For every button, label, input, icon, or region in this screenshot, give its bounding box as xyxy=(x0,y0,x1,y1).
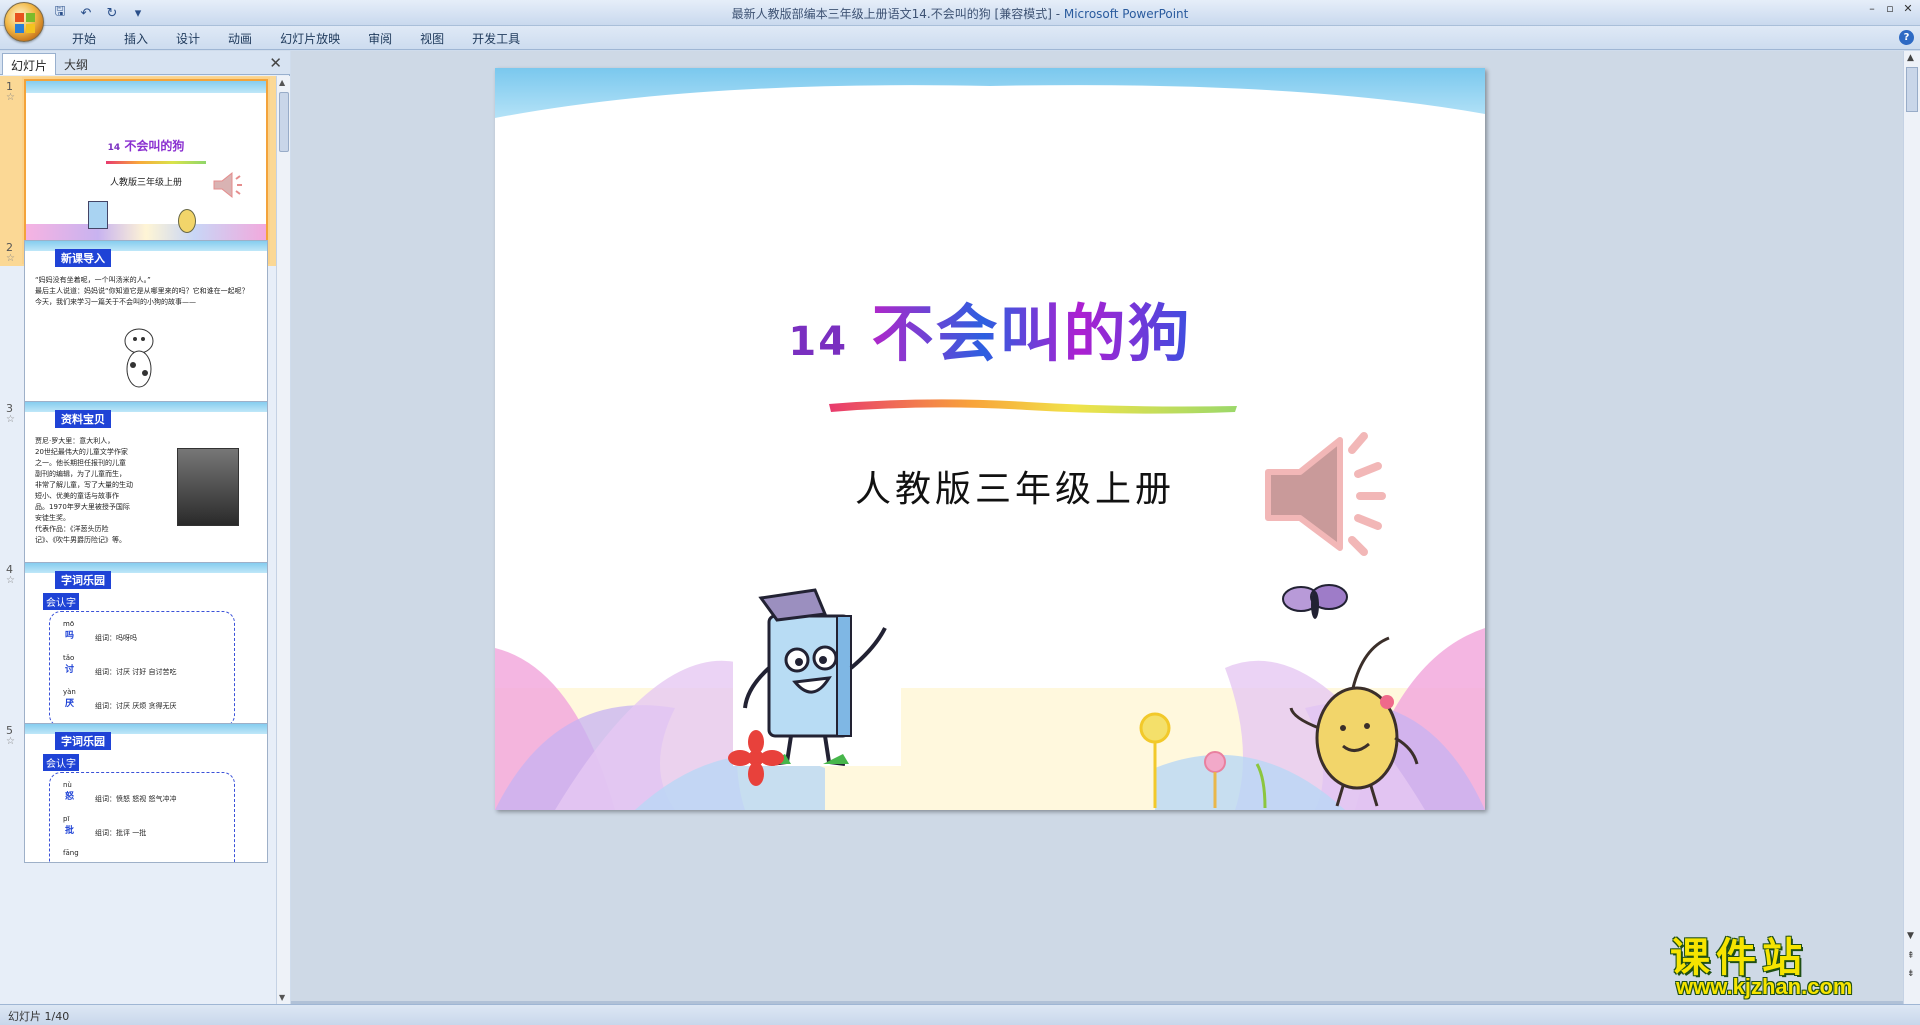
tab-insert[interactable]: 插入 xyxy=(110,29,162,48)
close-icon[interactable]: ✕ xyxy=(269,54,282,72)
document-title: 最新人教版部编本三年级上册语文14.不会叫的狗 [兼容模式] xyxy=(731,7,1052,21)
slide-counter: 幻灯片 1/40 xyxy=(8,1010,70,1023)
dalmatian-icon xyxy=(124,328,154,388)
window-title: 最新人教版部编本三年级上册语文14.不会叫的狗 [兼容模式] - Microso… xyxy=(0,5,1920,22)
scroll-up-icon[interactable]: ▲ xyxy=(1907,53,1914,63)
thumb-character: 批 xyxy=(65,826,75,836)
tab-review[interactable]: 审阅 xyxy=(354,29,406,48)
tab-animations[interactable]: 动画 xyxy=(214,29,266,48)
thumb-pinyin: fāng xyxy=(63,849,79,857)
thumb-section-label: 会认字 xyxy=(43,754,79,771)
thumb-pinyin: nù xyxy=(63,781,72,789)
speaker-icon[interactable] xyxy=(1260,428,1400,558)
thumb-body-text: 贾尼·罗大里：意大利人， 20世纪最伟大的儿童文学作家 之一。他长期担任报刊的儿… xyxy=(35,437,133,544)
title-bar: 🖫 ↶ ↻ ▾ 最新人教版部编本三年级上册语文14.不会叫的狗 [兼容模式] -… xyxy=(0,0,1920,26)
app-name: Microsoft PowerPoint xyxy=(1063,7,1189,21)
minimize-button[interactable]: – xyxy=(1864,2,1880,16)
ribbon-tabs: 开始 插入 设计 动画 幻灯片放映 审阅 视图 开发工具 xyxy=(58,29,534,48)
slide-thumbnail[interactable]: 字词乐园 会认字 nù 怒 组词：愤怒 怒视 怒气冲冲 pī 批 组词：批评 一… xyxy=(24,723,268,863)
thumb-pinyin: mō xyxy=(63,620,75,628)
thumb-section-label: 会认字 xyxy=(43,593,79,610)
scroll-down-icon[interactable]: ▼ xyxy=(279,993,285,1002)
tab-home[interactable]: 开始 xyxy=(58,29,110,48)
animation-star-icon: ☆ xyxy=(6,414,15,425)
watermark-url: www.kjzhan.com xyxy=(1676,974,1853,999)
garden-flowers-icon xyxy=(1139,712,1267,809)
slide-thumbnail[interactable]: 资料宝贝 贾尼·罗大里：意大利人， 20世纪最伟大的儿童文学作家 之一。他长期担… xyxy=(24,401,268,584)
slide-editor: 14 不会叫的狗 人教版三年级上册 xyxy=(291,51,1903,1004)
thumb-badge: 字词乐园 xyxy=(55,732,111,750)
animation-star-icon: ☆ xyxy=(6,736,15,747)
thumb-sky xyxy=(26,81,266,93)
author-photo xyxy=(177,448,239,526)
thumb-title-number: 14 xyxy=(107,143,121,153)
thumb-title-text: 不会叫的狗 xyxy=(124,139,185,153)
thumb-character: 怒 xyxy=(65,792,75,802)
thumb-pinyin: pī xyxy=(63,815,70,823)
slide-thumbnail[interactable]: 新课导入 “妈妈没有坐着呢，一个叫汤米的人。” 最后主人说道：妈妈说“你知道它是… xyxy=(24,240,268,423)
flower-icon xyxy=(728,730,784,786)
slide-title[interactable]: 14 不会叫的狗 xyxy=(495,283,1485,373)
office-button[interactable] xyxy=(4,2,44,42)
thumb-body-text: “妈妈没有坐着呢，一个叫汤米的人。” 最后主人说道：妈妈说“你知道它是从哪里来的… xyxy=(35,276,249,306)
speaker-icon xyxy=(213,171,242,199)
animation-star-icon: ☆ xyxy=(6,253,15,264)
previous-slide-icon[interactable]: ⇞ xyxy=(1907,951,1915,961)
slides-pane: 幻灯片 大纲 ✕ 1 ☆ 14 不会叫的狗 人教版三年级上册 2 ☆ 新课导入 … xyxy=(0,51,290,1004)
brush-stroke-decoration xyxy=(829,399,1237,414)
thumb-pinyin: yàn xyxy=(63,688,76,696)
next-slide-icon[interactable]: ⇟ xyxy=(1907,969,1915,979)
thumb-book-character xyxy=(88,201,108,229)
tab-developer[interactable]: 开发工具 xyxy=(458,29,534,48)
tab-outline[interactable]: 大纲 xyxy=(56,53,96,75)
current-slide[interactable]: 14 不会叫的狗 人教版三年级上册 xyxy=(495,68,1485,810)
slide-thumbnail[interactable]: 14 不会叫的狗 人教版三年级上册 xyxy=(24,79,268,262)
thumb-character: 厌 xyxy=(65,699,75,709)
egg-character-icon xyxy=(1289,636,1419,807)
thumb-brush xyxy=(106,161,206,164)
scroll-thumb[interactable] xyxy=(279,92,289,152)
thumbnail-scrollbar[interactable]: ▲ ▼ xyxy=(276,76,290,1004)
thumb-words: 组词：吗呀吗 xyxy=(95,634,137,642)
thumbnail-list: 1 ☆ 14 不会叫的狗 人教版三年级上册 2 ☆ 新课导入 “妈妈没有坐着呢，… xyxy=(0,76,276,1004)
animation-star-icon: ☆ xyxy=(6,575,15,586)
slide-title-number: 14 xyxy=(788,319,849,365)
scroll-thumb[interactable] xyxy=(1906,67,1918,112)
tab-design[interactable]: 设计 xyxy=(162,29,214,48)
thumb-words: 组词：批评 一批 xyxy=(95,829,147,837)
thumb-character: 吗 xyxy=(65,631,75,641)
thumb-title: 14 不会叫的狗 xyxy=(26,137,266,154)
editor-scrollbar[interactable]: ▲ ▼ ⇞ ⇟ xyxy=(1903,51,1920,1004)
slide-thumbnail[interactable]: 字词乐园 会认字 mō 吗 组词：吗呀吗 tǎo 讨 组词：讨厌 讨好 自讨苦吃… xyxy=(24,562,268,745)
slide-title-text: 不会叫的狗 xyxy=(871,297,1192,370)
title-separator: - xyxy=(1051,7,1064,21)
window-controls: – ▫ ✕ xyxy=(1864,2,1916,16)
close-button[interactable]: ✕ xyxy=(1900,2,1916,16)
thumb-pinyin: tǎo xyxy=(63,654,75,662)
restore-button[interactable]: ▫ xyxy=(1882,2,1898,16)
help-icon[interactable]: ? xyxy=(1899,30,1914,45)
thumb-badge: 资料宝贝 xyxy=(55,410,111,428)
slide-thumbnail-row[interactable]: 5 ☆ 字词乐园 会认字 nù 怒 组词：愤怒 怒视 怒气冲冲 pī 批 组词：… xyxy=(0,720,276,910)
thumb-words: 组词：讨厌 厌烦 贪得无厌 xyxy=(95,702,177,710)
thumb-badge: 新课导入 xyxy=(55,249,111,267)
status-bar: 幻灯片 1/40 xyxy=(0,1004,1920,1025)
tab-slides[interactable]: 幻灯片 xyxy=(2,53,57,75)
pane-tabs: 幻灯片 大纲 ✕ xyxy=(0,51,290,75)
thumb-words: 组词：愤怒 怒视 怒气冲冲 xyxy=(95,795,177,803)
tab-slideshow[interactable]: 幻灯片放映 xyxy=(266,29,354,48)
thumb-egg-character xyxy=(178,209,196,233)
thumb-character: 讨 xyxy=(65,665,75,675)
watermark: 课件站 www.kjzhan.com xyxy=(1670,925,1900,1005)
tab-view[interactable]: 视图 xyxy=(406,29,458,48)
animation-star-icon: ☆ xyxy=(6,92,15,103)
office-logo-icon xyxy=(15,13,35,33)
thumb-words: 组词：讨厌 讨好 自讨苦吃 xyxy=(95,668,177,676)
scroll-down-icon[interactable]: ▼ xyxy=(1907,931,1914,941)
thumb-badge: 字词乐园 xyxy=(55,571,111,589)
ribbon: 开始 插入 设计 动画 幻灯片放映 审阅 视图 开发工具 ? xyxy=(0,26,1920,50)
scroll-up-icon[interactable]: ▲ xyxy=(279,78,285,87)
